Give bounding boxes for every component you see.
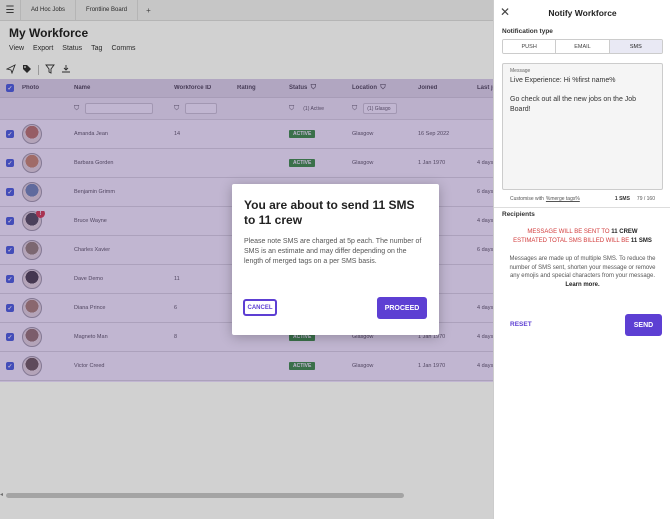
message-meta-row: Customise with %merge tags% 1 SMS 79 / 1… <box>510 196 655 202</box>
recipients-warning: MESSAGE WILL BE SENT TO 11 CREW ESTIMATE… <box>494 228 670 246</box>
type-push-button[interactable]: PUSH <box>503 40 557 53</box>
send-button[interactable]: SEND <box>625 314 662 336</box>
reset-button[interactable]: RESET <box>510 321 532 328</box>
warn-crew-count: 11 CREW <box>611 229 638 235</box>
warn-billed-label: ESTIMATED TOTAL SMS BILLED WILL BE <box>513 238 630 244</box>
dialog-body: Please note SMS are charged at 5p each. … <box>244 238 422 265</box>
message-textarea[interactable]: Message Live Experience: Hi %first name%… <box>502 63 663 190</box>
sms-info-body: Messages are made up of multiple SMS. To… <box>509 256 656 279</box>
type-email-button[interactable]: EMAIL <box>556 40 610 53</box>
customise-label: Customise with <box>510 196 544 202</box>
type-sms-button[interactable]: SMS <box>609 40 662 53</box>
warn-sent-to-label: MESSAGE WILL BE SENT TO <box>527 229 610 235</box>
sms-info-text: Messages are made up of multiple SMS. To… <box>506 255 659 289</box>
notification-type-toggle: PUSH EMAIL SMS <box>502 39 663 54</box>
section-divider <box>494 207 670 208</box>
sms-count: 1 SMS <box>614 196 630 202</box>
notification-type-label: Notification type <box>502 28 553 35</box>
learn-more-link[interactable]: Learn more. <box>565 282 599 288</box>
message-label: Message <box>510 68 531 74</box>
cancel-button[interactable]: CANCEL <box>243 299 277 316</box>
panel-title: Notify Workforce <box>548 8 617 18</box>
confirm-send-dialog: You are about to send 11 SMS to 11 crew … <box>232 184 439 335</box>
merge-tags-link[interactable]: %merge tags% <box>546 196 580 202</box>
recipients-label: Recipients <box>502 211 535 218</box>
char-count: 79 / 160 <box>636 196 655 202</box>
message-text[interactable]: Live Experience: Hi %first name% Go chec… <box>510 76 655 114</box>
notify-workforce-panel: ✕ Notify Workforce Notification type PUS… <box>493 0 670 519</box>
warn-sms-count: 11 SMS <box>630 238 652 244</box>
proceed-button[interactable]: PROCEED <box>377 297 427 319</box>
dialog-title: You are about to send 11 SMS to 11 crew <box>244 198 415 227</box>
